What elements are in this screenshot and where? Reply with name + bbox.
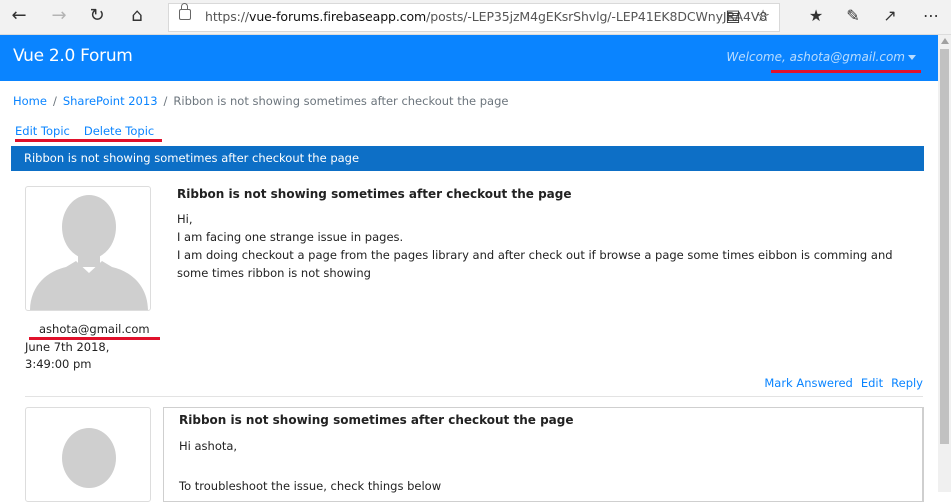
page-scrollbar[interactable] bbox=[938, 35, 951, 492]
reply-body: Hi ashota, To troubleshoot the issue, ch… bbox=[179, 436, 441, 496]
reply-title: Ribbon is not showing sometimes after ch… bbox=[179, 413, 574, 427]
delete-topic-link[interactable]: Delete Topic bbox=[84, 124, 154, 138]
forward-arrow-icon[interactable]: → bbox=[46, 4, 72, 28]
reply-post: Ribbon is not showing sometimes after ch… bbox=[163, 407, 924, 502]
post-actions: Mark Answered Edit Reply bbox=[756, 376, 923, 390]
url-host: vue-forums.firebaseapp.com bbox=[249, 9, 427, 24]
post-body: Hi, I am facing one strange issue in pag… bbox=[177, 210, 917, 282]
mark-answered-link[interactable]: Mark Answered bbox=[764, 376, 853, 390]
refresh-icon[interactable]: ↻ bbox=[84, 4, 110, 28]
home-icon[interactable]: ⌂ bbox=[124, 4, 150, 28]
edit-post-link[interactable]: Edit bbox=[861, 376, 883, 390]
reply-body-line: To troubleshoot the issue, check things … bbox=[179, 479, 442, 493]
more-icon[interactable]: ⋯ bbox=[918, 4, 944, 28]
avatar bbox=[25, 186, 151, 311]
caret-down-icon bbox=[908, 55, 916, 60]
favorites-hub-icon[interactable]: ★ bbox=[803, 4, 829, 28]
reading-view-icon[interactable]: ▤ bbox=[720, 4, 746, 28]
reply-body-line: Hi ashota, bbox=[179, 439, 238, 453]
url-prefix: https:// bbox=[205, 9, 250, 24]
browser-toolbar: ← → ↻ ⌂ https://vue-forums.firebaseapp.c… bbox=[0, 0, 951, 35]
red-underline-annotation bbox=[771, 70, 921, 73]
scroll-up-icon[interactable] bbox=[941, 38, 949, 44]
post-date: June 7th 2018, 3:49:00 pm bbox=[25, 340, 110, 371]
user-silhouette-icon bbox=[62, 428, 116, 488]
breadcrumb-current: Ribbon is not showing sometimes after ch… bbox=[173, 94, 509, 108]
reply-body-line bbox=[179, 456, 441, 476]
back-arrow-icon[interactable]: ← bbox=[6, 4, 32, 28]
breadcrumb-category[interactable]: SharePoint 2013 bbox=[63, 94, 158, 108]
scrollbar-thumb[interactable] bbox=[940, 49, 949, 444]
topic-actions: Edit Topic Delete Topic bbox=[15, 124, 168, 138]
reply-link[interactable]: Reply bbox=[891, 376, 923, 390]
breadcrumb-home[interactable]: Home bbox=[13, 94, 47, 108]
breadcrumb-separator: / bbox=[163, 94, 168, 108]
breadcrumb: Home / SharePoint 2013 / Ribbon is not showi… bbox=[13, 94, 508, 108]
avatar bbox=[25, 407, 151, 502]
post-body-line: I am doing checkout a page from the page… bbox=[177, 248, 893, 280]
brand-title[interactable]: Vue 2.0 Forum bbox=[13, 46, 133, 66]
lock-icon bbox=[179, 3, 191, 20]
site-navbar: Vue 2.0 Forum Welcome, ashota@gmail.com bbox=[0, 35, 938, 81]
edit-topic-link[interactable]: Edit Topic bbox=[15, 124, 70, 138]
post-divider bbox=[25, 396, 923, 397]
welcome-text: Welcome, ashota@gmail.com bbox=[726, 50, 905, 64]
post-body-line: Hi, bbox=[177, 212, 193, 226]
url-text[interactable]: https://vue-forums.firebaseapp.com/posts… bbox=[205, 9, 767, 24]
pen-icon[interactable]: ✎ bbox=[840, 4, 866, 28]
user-silhouette-icon bbox=[30, 195, 148, 310]
favorite-star-icon[interactable]: ☆ bbox=[750, 4, 776, 28]
url-path: /posts/-LEP35jzM4gEKsrShvlg/-LEP41EK8DCW… bbox=[426, 9, 768, 24]
red-underline-annotation bbox=[15, 139, 162, 142]
share-icon[interactable]: ↗ bbox=[877, 4, 903, 28]
post-title: Ribbon is not showing sometimes after ch… bbox=[177, 187, 572, 201]
post-author[interactable]: ashota@gmail.com bbox=[39, 322, 150, 336]
post-body-line: I am facing one strange issue in pages. bbox=[177, 230, 404, 244]
address-bar[interactable]: https://vue-forums.firebaseapp.com/posts… bbox=[168, 3, 780, 32]
breadcrumb-separator: / bbox=[52, 94, 57, 108]
user-menu[interactable]: Welcome, ashota@gmail.com bbox=[726, 50, 916, 64]
topic-title-bar: Ribbon is not showing sometimes after ch… bbox=[11, 146, 924, 171]
